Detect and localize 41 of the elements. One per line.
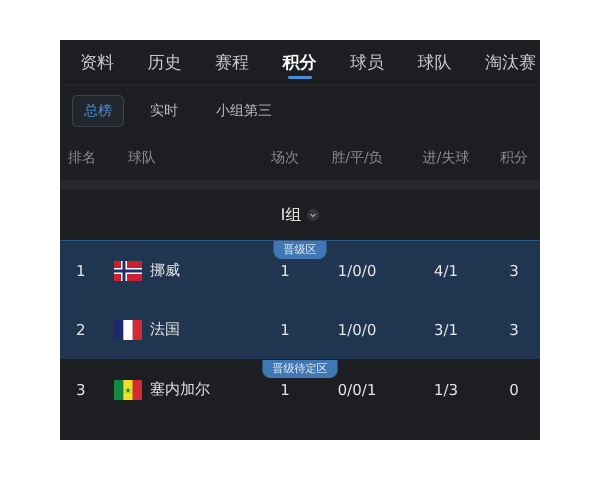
group-selector[interactable]: I组 [280,204,302,226]
tab[interactable]: 球队 [414,40,456,85]
points-cell-text: 0 [508,380,520,398]
filter-tab[interactable]: 实时 [138,95,190,127]
record-cell-text: 1/0/0 [336,262,378,280]
team-name: 法国 [150,320,181,339]
tab[interactable]: 赛程 [211,40,253,85]
played-cell-text: 1 [279,262,291,280]
zone-badge: 晋级区 [274,241,326,259]
column-header: 场次 [270,149,300,167]
tab[interactable]: 资料 [76,40,118,85]
record-cell-text: 1/0/0 [336,320,378,338]
column-header: 积分 [499,149,529,167]
column-header: 胜/平/负 [330,149,384,167]
record-cell-text: 0/0/1 [336,380,378,398]
played-cell-text: 1 [279,380,291,398]
points-cell-text: 3 [508,262,520,280]
column-header: 进/失球 [422,149,470,167]
goals-cell-text: 1/3 [432,380,460,398]
filter-tab[interactable]: 小组第三 [204,95,284,127]
played-cell-text: 1 [279,320,291,338]
tab[interactable]: 历史 [144,40,186,85]
team-name: 塞内加尔 [150,380,211,399]
goals-cell-text: 3/1 [432,320,460,338]
tab[interactable]: 球员 [346,40,388,85]
filter-tab[interactable]: 总榜 [72,95,124,127]
tab[interactable]: 淘汰赛 [481,40,540,85]
rank-cell-text: 2 [76,320,87,338]
team-name: 挪威 [150,261,181,280]
chevron-down-icon[interactable] [307,209,320,221]
rank-cell-text: 1 [76,262,87,280]
flag-icon [114,320,142,340]
goals-cell-text: 4/1 [432,262,460,280]
column-header: 球队 [128,149,157,167]
tab[interactable]: 积分 [278,40,320,85]
flag-icon [114,260,142,280]
points-cell-text: 3 [508,320,520,338]
zone-badge: 晋级待定区 [262,360,338,378]
rank-cell-text: 3 [76,380,87,398]
flag-icon [114,380,142,400]
column-header: 排名 [68,149,97,167]
